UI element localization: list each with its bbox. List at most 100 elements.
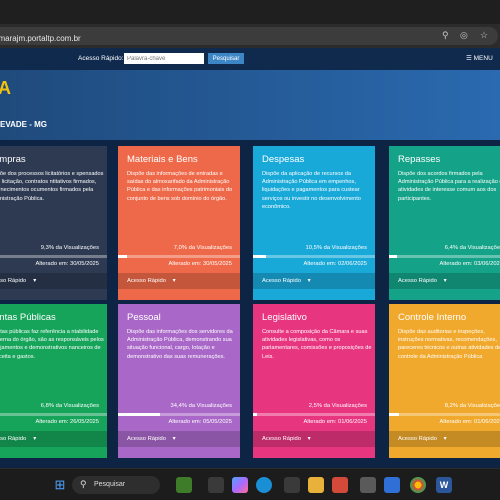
- edge-icon[interactable]: [256, 477, 272, 493]
- chevron-down-icon: ▾: [172, 436, 176, 442]
- site-logo-text: A: [0, 78, 11, 98]
- chevron-down-icon: ▾: [172, 278, 176, 284]
- quick-access-dropdown[interactable]: Acesso Rápido ▾: [253, 431, 375, 447]
- card-description: Dispõe das informações de entradas e saí…: [127, 171, 233, 202]
- site-navbar: Acesso Rápido: Pesquisar ☰ MENU: [0, 48, 500, 70]
- word-icon[interactable]: W: [436, 477, 452, 493]
- quick-access-label: Acesso Rápido: [398, 436, 437, 442]
- quick-access-label: Acesso Rápido: [127, 436, 166, 442]
- card-pessoal[interactable]: Pessoal Dispõe das informações dos servid…: [118, 304, 240, 458]
- card-views: 8,2% da Visualizações: [444, 403, 500, 409]
- card-ontas-p-blicas[interactable]: ontas Públicas ontas públicas faz referên…: [0, 304, 107, 458]
- views-progress-bar: [0, 255, 107, 258]
- card-views: 7,0% da Visualizações: [173, 245, 232, 251]
- quick-access-label: Acesso Rápido: [398, 278, 437, 284]
- views-progress-fill: [118, 255, 127, 258]
- chevron-down-icon: ▾: [307, 278, 311, 284]
- chevron-down-icon: ▾: [443, 278, 447, 284]
- quick-access-label: esso Rápido: [0, 278, 27, 284]
- chevron-down-icon: ▾: [443, 436, 447, 442]
- taskbar: ⊞ ⚲ Pesquisar W: [0, 468, 500, 500]
- taskbar-search-label: Pesquisar: [94, 481, 126, 488]
- card-description: Dispõe dos acordos firmados pela Adminis…: [398, 171, 500, 202]
- card-views: 6,8% da Visualizações: [40, 403, 99, 409]
- windows-start-icon[interactable]: ⊞: [52, 477, 68, 493]
- menu-label: MENU: [473, 55, 493, 62]
- card-title: ontas Públicas: [0, 312, 56, 323]
- app-icon[interactable]: [332, 477, 348, 493]
- views-progress-fill: [253, 255, 266, 258]
- card-views: 34,4% da Visualizações: [170, 403, 232, 409]
- quick-access-label: Acesso Rápido: [262, 278, 301, 284]
- keyword-search-input[interactable]: [124, 53, 204, 64]
- app-icon[interactable]: [360, 477, 376, 493]
- views-progress-fill: [118, 413, 160, 416]
- quick-access-dropdown[interactable]: Acesso Rápido ▾: [253, 273, 375, 289]
- views-progress-bar: [253, 255, 375, 258]
- webpage: Acesso Rápido: Pesquisar ☰ MENU A EVADE …: [0, 48, 500, 468]
- search-button[interactable]: Pesquisar: [208, 53, 244, 64]
- quick-access-label: Acesso Rápido: [127, 278, 166, 284]
- card-materiais-e-bens[interactable]: Materiais e Bens Dispõe das informações d…: [118, 146, 240, 300]
- views-progress-fill: [253, 413, 257, 416]
- quick-access-dropdown[interactable]: esso Rápido ▾: [0, 431, 107, 447]
- chevron-down-icon: ▾: [33, 278, 37, 284]
- card-description: Dispõe das informações dos servidores da…: [127, 329, 233, 360]
- card-views: 10,5% da Visualizações: [305, 245, 367, 251]
- card-views: 6,4% da Visualizações: [444, 245, 500, 251]
- views-progress-bar: [118, 255, 240, 258]
- url-text: camarajm.portaltp.com.br: [0, 34, 81, 43]
- quick-access-dropdown[interactable]: Acesso Rápido ▾: [389, 431, 500, 447]
- card-despesas[interactable]: Despesas Dispõe da aplicação de recursos …: [253, 146, 375, 300]
- address-bar[interactable]: camarajm.portaltp.com.br: [0, 27, 498, 45]
- card-updated-date: Alterado em: 01/06/2025: [303, 419, 368, 425]
- search-icon[interactable]: ⚲: [442, 29, 449, 41]
- plant-app-icon[interactable]: [176, 477, 192, 493]
- chrome-icon[interactable]: [410, 477, 426, 493]
- card-repasses[interactable]: Repasses Dispõe dos acordos firmados pela…: [389, 146, 500, 300]
- site-subtitle: EVADE - MG: [0, 120, 47, 129]
- app-icon[interactable]: [384, 477, 400, 493]
- card-title: ompras: [0, 154, 26, 165]
- task-view-icon[interactable]: [208, 477, 224, 493]
- quick-access-dropdown[interactable]: Acesso Rápido ▾: [389, 273, 500, 289]
- card-views: 9,3% da Visualizações: [40, 245, 99, 251]
- search-icon: ⚲: [80, 479, 87, 489]
- views-progress-bar: [118, 413, 240, 416]
- card-updated-date: Alterado em: 01/06/2025: [439, 419, 500, 425]
- quick-access-dropdown[interactable]: Acesso Rápido ▾: [118, 431, 240, 447]
- file-explorer-icon[interactable]: [308, 477, 324, 493]
- views-progress-bar: [389, 255, 500, 258]
- copilot-icon[interactable]: [232, 477, 248, 493]
- eye-off-icon[interactable]: ◎: [460, 29, 468, 41]
- card-title: Controle Interno: [398, 312, 467, 323]
- card-description: Consulte a composição da Câmara e suas a…: [262, 329, 372, 360]
- views-progress-bar: [389, 413, 500, 416]
- card-title: Despesas: [262, 154, 305, 165]
- card-ompras[interactable]: ompras spõe dos processos licitatórios e …: [0, 146, 107, 300]
- card-controle-interno[interactable]: Controle Interno Dispõe das auditorias e …: [389, 304, 500, 458]
- card-updated-date: Alterado em: 26/05/2025: [35, 419, 100, 425]
- card-legislativo[interactable]: Legislativo Consulte a composição da Câma…: [253, 304, 375, 458]
- card-description: Dispõe da aplicação de recursos da Admin…: [262, 171, 361, 210]
- chevron-down-icon: ▾: [307, 436, 311, 442]
- taskbar-search[interactable]: ⚲ Pesquisar: [72, 476, 160, 494]
- views-progress-bar: [0, 413, 107, 416]
- quick-access-label: esso Rápido: [0, 436, 27, 442]
- card-updated-date: Alterado em: 03/06/2025: [439, 261, 500, 267]
- card-updated-date: Alterado em: 30/05/2025: [35, 261, 100, 267]
- views-progress-fill: [389, 413, 399, 416]
- card-title: Legislativo: [262, 312, 307, 323]
- card-updated-date: Alterado em: 05/05/2025: [168, 419, 233, 425]
- app-icon[interactable]: [284, 477, 300, 493]
- hero-banner: [0, 70, 500, 140]
- views-progress-bar: [253, 413, 375, 416]
- quick-access-dropdown[interactable]: esso Rápido ▾: [0, 273, 107, 289]
- browser-tab-strip: [0, 0, 500, 24]
- browser-toolbar: camarajm.portaltp.com.br ⚲ ◎ ☆: [0, 24, 500, 48]
- card-title: Repasses: [398, 154, 441, 165]
- menu-button[interactable]: ☰ MENU: [466, 54, 493, 62]
- card-description: Dispõe das auditorias e inspeções, instr…: [398, 329, 500, 360]
- star-icon[interactable]: ☆: [480, 29, 488, 41]
- quick-access-dropdown[interactable]: Acesso Rápido ▾: [118, 273, 240, 289]
